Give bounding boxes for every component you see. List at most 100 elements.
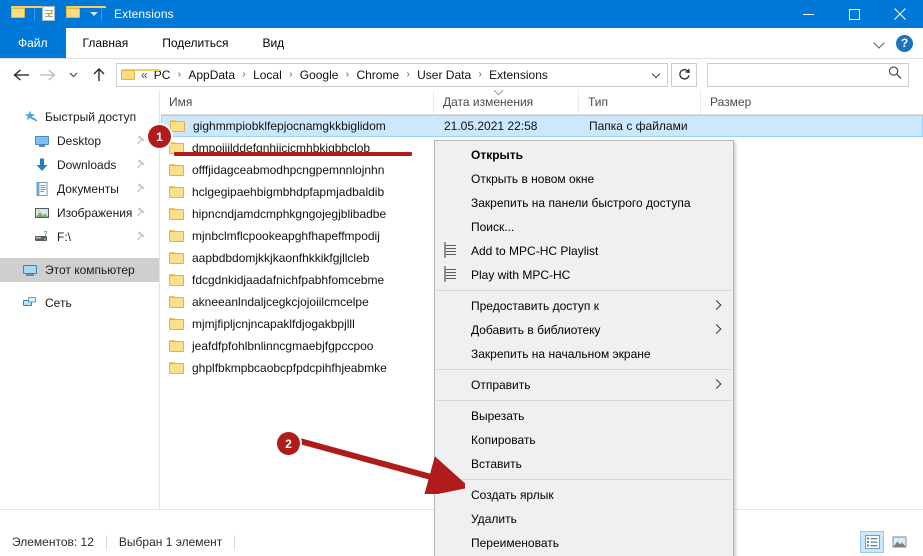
tab-view[interactable]: Вид xyxy=(245,28,301,58)
menu-item-delete[interactable]: Удалить xyxy=(435,507,733,531)
menu-item-label: Закрепить на начальном экране xyxy=(471,347,651,361)
menu-item-add-to-library[interactable]: Добавить в библиотеку xyxy=(435,318,733,342)
folder-icon[interactable] xyxy=(11,6,51,22)
menu-item-label: Вырезать xyxy=(471,409,525,423)
menu-item-play-with-mpc[interactable]: Play with MPC-HC xyxy=(435,263,733,287)
column-header-date[interactable]: Дата изменения xyxy=(433,90,578,114)
column-header-name[interactable]: Имя xyxy=(161,90,433,114)
file-name: jeafdfpfohlbnlinncgmaebjfgpccpoo xyxy=(192,339,374,353)
menu-item-pin-to-quick-access[interactable]: Закрепить на панели быстрого доступа xyxy=(435,191,733,215)
close-button[interactable] xyxy=(877,0,923,28)
breadcrumb-item-4[interactable]: Chrome xyxy=(353,68,402,82)
breadcrumb-separator[interactable]: › xyxy=(341,69,353,80)
maximize-button[interactable] xyxy=(831,0,877,28)
annotation-underline xyxy=(174,152,412,156)
menu-item-label: Предоставить доступ к xyxy=(471,299,599,313)
minimize-button[interactable] xyxy=(785,0,831,28)
breadcrumb: « PC › AppData › Local › Google › Chrome… xyxy=(139,68,551,82)
view-buttons xyxy=(860,531,923,553)
pin-icon[interactable] xyxy=(136,134,147,148)
table-row[interactable]: gighmmpiobklfepjocnamgkkbiglidom 21.05.2… xyxy=(161,115,923,137)
details-view-button[interactable] xyxy=(860,531,884,553)
status-divider-2 xyxy=(234,534,236,550)
tab-share[interactable]: Поделиться xyxy=(145,28,245,58)
breadcrumb-separator[interactable]: › xyxy=(474,69,486,80)
menu-item-send-to[interactable]: Отправить xyxy=(435,373,733,397)
breadcrumb-dropdown-icon[interactable] xyxy=(653,71,661,79)
menu-item-create-shortcut[interactable]: Создать ярлык xyxy=(435,483,733,507)
menu-item-cut[interactable]: Вырезать xyxy=(435,404,733,428)
context-menu: Открыть Открыть в новом окне Закрепить н… xyxy=(434,140,734,556)
sidebar-item-desktop[interactable]: Desktop xyxy=(0,129,159,153)
menu-item-label: Закрепить на панели быстрого доступа xyxy=(471,196,691,210)
recent-locations-button[interactable] xyxy=(60,62,86,88)
breadcrumb-separator[interactable]: › xyxy=(173,69,185,80)
refresh-button[interactable] xyxy=(671,62,697,87)
customize-caret-icon[interactable] xyxy=(90,12,98,16)
breadcrumb-separator[interactable]: › xyxy=(238,69,250,80)
menu-item-label: Add to MPC-HC Playlist xyxy=(471,244,599,258)
file-name: gighmmpiobklfepjocnamgkkbiglidom xyxy=(193,119,386,133)
column-label: Имя xyxy=(169,95,193,109)
file-name: fdcgdnkidjaadafnichfpabhfomcebme xyxy=(192,273,385,287)
menu-item-rename[interactable]: Переименовать xyxy=(435,531,733,555)
tab-file[interactable]: Файл xyxy=(0,28,66,58)
pin-icon[interactable] xyxy=(136,182,147,196)
breadcrumb-item-2[interactable]: Local xyxy=(250,68,285,82)
search-input[interactable] xyxy=(713,63,887,86)
menu-item-open[interactable]: Открыть xyxy=(435,143,733,167)
folder-icon xyxy=(169,229,185,243)
menu-item-label: Удалить xyxy=(471,512,517,526)
back-button[interactable] xyxy=(8,62,34,88)
folder-icon xyxy=(169,317,185,331)
menu-item-search[interactable]: Поиск... xyxy=(435,215,733,239)
column-headers: Имя Дата изменения Тип Размер xyxy=(161,90,923,115)
svg-text:?: ? xyxy=(44,231,48,238)
sidebar-item-pictures[interactable]: Изображения xyxy=(0,201,159,225)
column-header-size[interactable]: Размер xyxy=(700,90,800,114)
menu-item-give-access-to[interactable]: Предоставить доступ к xyxy=(435,294,733,318)
up-button[interactable] xyxy=(86,62,112,88)
this-pc-icon xyxy=(22,262,38,278)
search-box[interactable] xyxy=(707,62,909,87)
menu-item-paste[interactable]: Вставить xyxy=(435,452,733,476)
chevron-down-icon[interactable] xyxy=(874,37,886,49)
properties-icon[interactable]: ✓ xyxy=(42,6,58,22)
sidebar-item-network[interactable]: Сеть xyxy=(0,291,159,315)
menu-item-copy[interactable]: Копировать xyxy=(435,428,733,452)
menu-item-open-new-window[interactable]: Открыть в новом окне xyxy=(435,167,733,191)
breadcrumb-item-3[interactable]: Google xyxy=(297,68,342,82)
sidebar-item-this-pc[interactable]: Этот компьютер xyxy=(0,258,159,282)
column-header-type[interactable]: Тип xyxy=(578,90,700,114)
breadcrumb-bar[interactable]: « PC › AppData › Local › Google › Chrome… xyxy=(116,62,668,87)
menu-item-add-to-mpc-playlist[interactable]: Add to MPC-HC Playlist xyxy=(435,239,733,263)
file-name-cell: aapbdbdomjkkjkaonfhkkikfgjllcleb xyxy=(161,251,433,265)
breadcrumb-item-5[interactable]: User Data xyxy=(414,68,474,82)
sidebar-item-drive-f[interactable]: ? F:\ xyxy=(0,225,159,249)
large-icons-view-button[interactable] xyxy=(887,531,911,553)
tab-home[interactable]: Главная xyxy=(66,28,146,58)
drive-icon: ? xyxy=(34,229,50,245)
sidebar-item-quick-access[interactable]: Быстрый доступ xyxy=(0,105,159,129)
pin-icon[interactable] xyxy=(136,230,147,244)
help-icon[interactable]: ? xyxy=(896,34,913,52)
breadcrumb-item-6[interactable]: Extensions xyxy=(486,68,551,82)
sort-ascending-icon xyxy=(494,90,506,95)
file-name-cell: akneeanlndaljcegkcjojoiilcmcelpe xyxy=(161,295,433,309)
breadcrumb-separator[interactable]: › xyxy=(402,69,414,80)
menu-item-label: Поиск... xyxy=(471,220,515,234)
pin-icon[interactable] xyxy=(136,158,147,172)
forward-button[interactable] xyxy=(34,62,60,88)
new-folder-icon[interactable] xyxy=(66,6,106,22)
sidebar-item-downloads[interactable]: Downloads xyxy=(0,153,159,177)
menu-item-pin-to-start[interactable]: Закрепить на начальном экране xyxy=(435,342,733,366)
breadcrumb-item-1[interactable]: AppData xyxy=(185,68,238,82)
menu-item-label: Play with MPC-HC xyxy=(471,268,571,282)
sidebar-item-documents[interactable]: Документы xyxy=(0,177,159,201)
folder-icon xyxy=(169,163,185,177)
file-name-cell: hipncndjamdcmphkgngojegjblibadbe xyxy=(161,207,433,221)
star-pin-icon xyxy=(22,109,38,125)
breadcrumb-separator[interactable]: › xyxy=(285,69,297,80)
pin-icon[interactable] xyxy=(136,206,147,220)
